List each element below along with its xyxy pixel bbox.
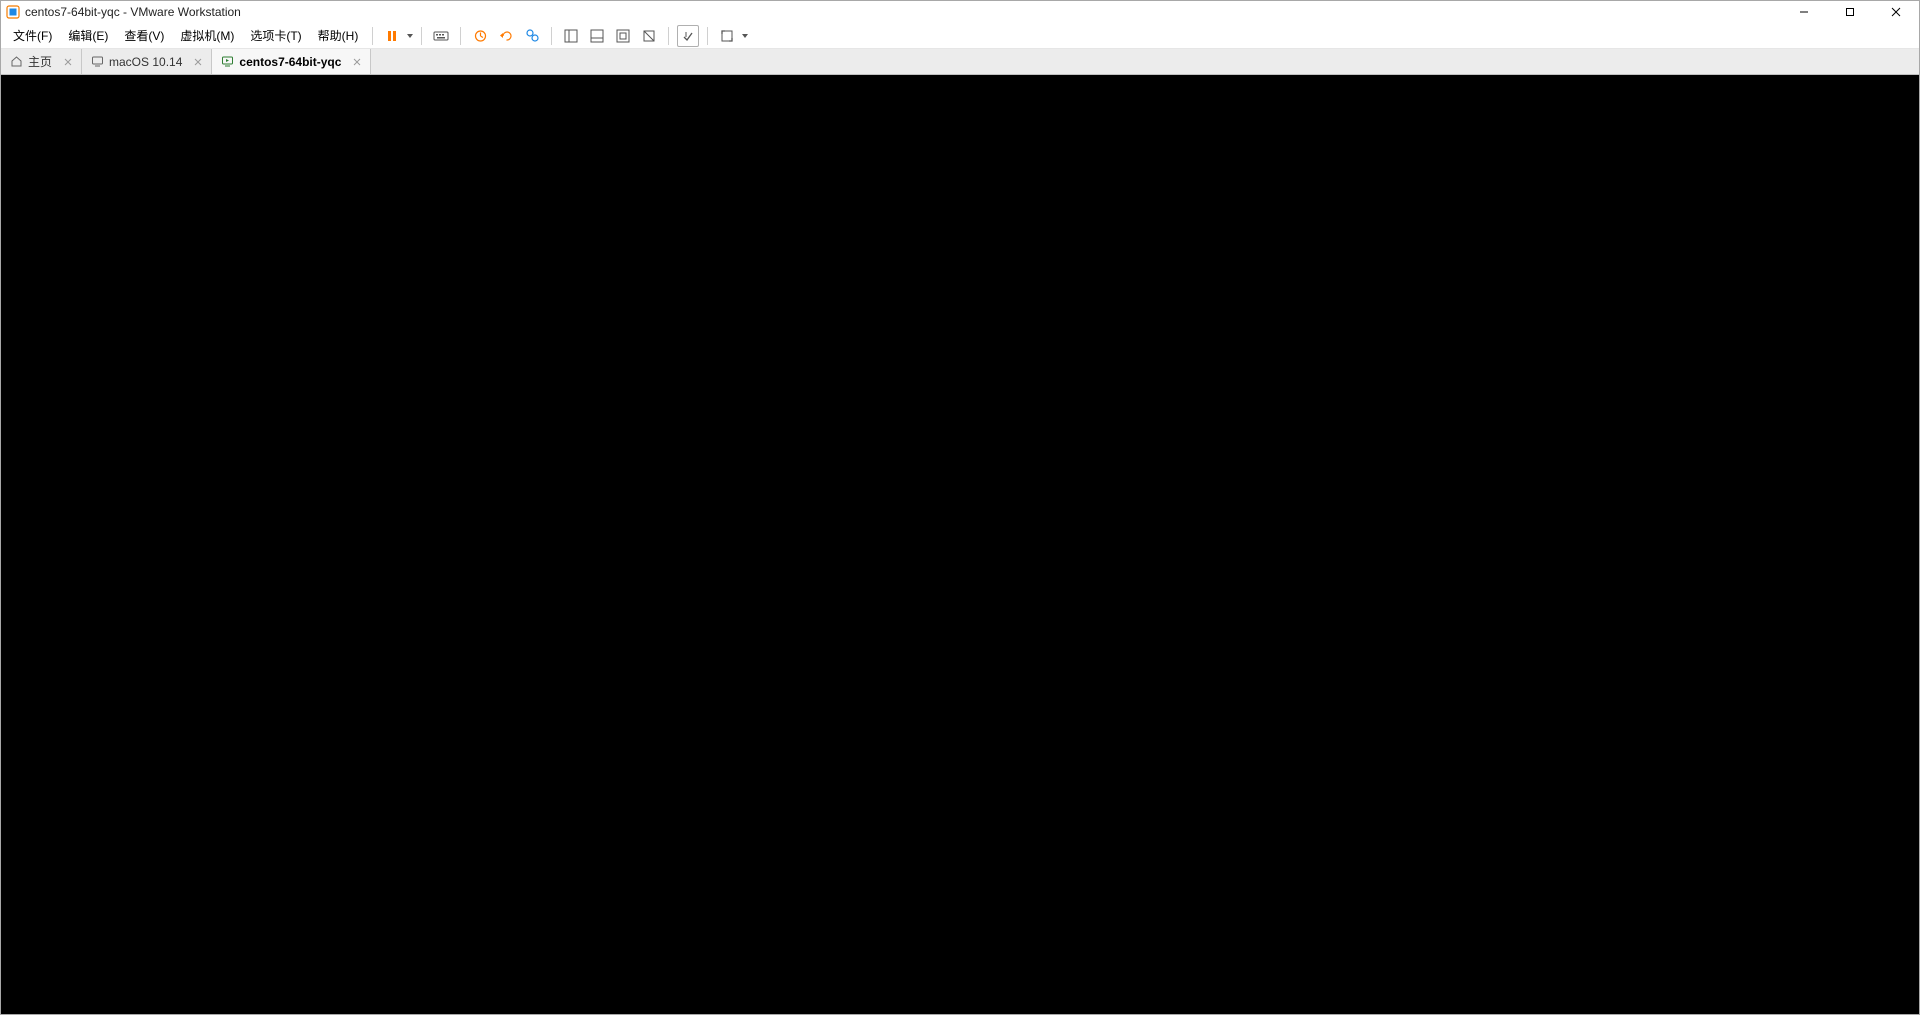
titlebar: centos7-64bit-yqc - VMware Workstation bbox=[1, 1, 1919, 23]
tab-centos-label: centos7-64bit-yqc bbox=[239, 55, 341, 69]
window-title: centos7-64bit-yqc - VMware Workstation bbox=[25, 5, 241, 19]
close-button[interactable] bbox=[1873, 1, 1919, 23]
vmware-app-icon bbox=[5, 4, 21, 20]
toolbar-separator-5 bbox=[707, 27, 708, 45]
toolbar-separator-2 bbox=[460, 27, 461, 45]
fullscreen-dropdown[interactable] bbox=[740, 32, 750, 40]
menu-vm-label: 虚拟机(M) bbox=[180, 29, 234, 43]
send-cad-button[interactable] bbox=[430, 25, 452, 47]
tab-home[interactable]: 主页 bbox=[1, 49, 82, 74]
app-window: centos7-64bit-yqc - VMware Workstation 文… bbox=[0, 0, 1920, 1015]
tab-macos-label: macOS 10.14 bbox=[109, 55, 182, 69]
power-dropdown[interactable] bbox=[405, 32, 415, 40]
unity-button[interactable] bbox=[677, 25, 699, 47]
menu-file[interactable]: 文件(F) bbox=[5, 24, 60, 47]
maximize-button[interactable] bbox=[1827, 1, 1873, 23]
stretch-guest-button[interactable] bbox=[638, 25, 660, 47]
menu-edit[interactable]: 编辑(E) bbox=[60, 24, 116, 47]
manage-snapshots-button[interactable] bbox=[521, 25, 543, 47]
revert-snapshot-button[interactable] bbox=[495, 25, 517, 47]
tab-centos[interactable]: centos7-64bit-yqc bbox=[212, 49, 371, 74]
menu-view[interactable]: 查看(V) bbox=[116, 24, 172, 47]
tab-bar: 主页 macOS 10.14 centos7-64bit-yqc bbox=[1, 49, 1919, 75]
menubar: 文件(F) 编辑(E) 查看(V) 虚拟机(M) 选项卡(T) 帮助(H) bbox=[1, 23, 1919, 49]
menu-tabs[interactable]: 选项卡(T) bbox=[242, 24, 309, 47]
vm-icon bbox=[90, 55, 104, 69]
menu-view-label: 查看(V) bbox=[124, 29, 164, 43]
show-library-button[interactable] bbox=[560, 25, 582, 47]
menu-help-label: 帮助(H) bbox=[318, 29, 359, 43]
vm-running-icon bbox=[220, 55, 234, 69]
menu-separator bbox=[372, 27, 373, 45]
fullscreen-button[interactable] bbox=[716, 25, 738, 47]
menu-vm[interactable]: 虚拟机(M) bbox=[172, 24, 242, 47]
pause-vm-button[interactable] bbox=[381, 25, 403, 47]
menu-help[interactable]: 帮助(H) bbox=[310, 24, 367, 47]
toolbar-separator-3 bbox=[551, 27, 552, 45]
menu-file-label: 文件(F) bbox=[13, 29, 52, 43]
window-controls bbox=[1781, 1, 1919, 23]
tab-home-label: 主页 bbox=[28, 53, 52, 70]
minimize-button[interactable] bbox=[1781, 1, 1827, 23]
menu-edit-label: 编辑(E) bbox=[68, 29, 108, 43]
tab-macos[interactable]: macOS 10.14 bbox=[82, 49, 212, 74]
home-icon bbox=[9, 55, 23, 69]
take-snapshot-button[interactable] bbox=[469, 25, 491, 47]
toolbar-separator-1 bbox=[421, 27, 422, 45]
vm-display-area[interactable] bbox=[1, 75, 1919, 1014]
toolbar-separator-4 bbox=[668, 27, 669, 45]
tab-macos-close[interactable] bbox=[191, 55, 205, 69]
tab-centos-close[interactable] bbox=[350, 55, 364, 69]
tab-home-close[interactable] bbox=[61, 55, 75, 69]
menu-tabs-label: 选项卡(T) bbox=[250, 29, 301, 43]
show-console-view-button[interactable] bbox=[612, 25, 634, 47]
show-thumbnail-bar-button[interactable] bbox=[586, 25, 608, 47]
